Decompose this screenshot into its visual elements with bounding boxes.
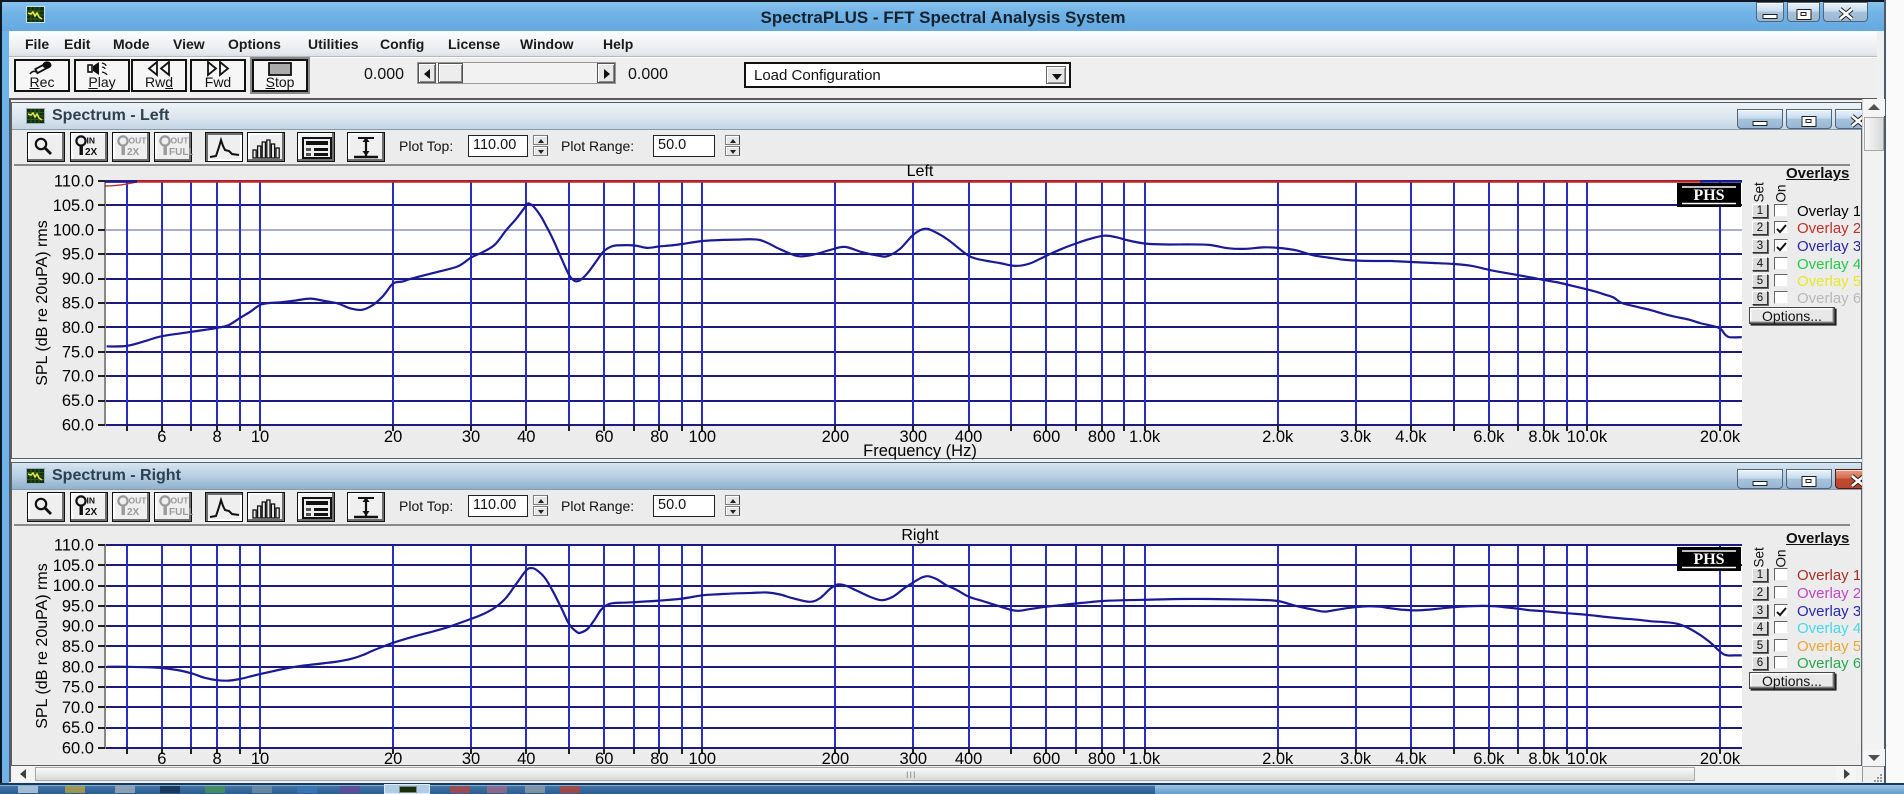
svg-text:Frequency (Hz): Frequency (Hz): [863, 442, 977, 460]
svg-text:100: 100: [689, 428, 717, 446]
svg-text:110.0: 110.0: [54, 173, 94, 191]
svg-text:8: 8: [213, 428, 222, 446]
svg-text:2.0k: 2.0k: [1262, 750, 1294, 766]
svg-text:30: 30: [462, 750, 480, 766]
svg-text:300: 300: [900, 750, 928, 766]
svg-text:95.0: 95.0: [62, 246, 94, 264]
svg-text:100.0: 100.0: [53, 577, 94, 595]
svg-text:8.0k: 8.0k: [1528, 428, 1560, 446]
svg-text:100.0: 100.0: [53, 221, 94, 239]
svg-text:200: 200: [822, 428, 850, 446]
svg-text:90.0: 90.0: [62, 618, 94, 636]
svg-text:OUT: OUT: [171, 136, 190, 146]
svg-text:600: 600: [1033, 428, 1061, 446]
svg-text:80: 80: [650, 428, 668, 446]
svg-text:OUT: OUT: [171, 496, 190, 506]
svg-text:10.0k: 10.0k: [1567, 428, 1608, 446]
svg-text:OUT: OUT: [129, 496, 148, 506]
svg-text:2.0k: 2.0k: [1262, 428, 1294, 446]
svg-text:80.0: 80.0: [62, 658, 94, 676]
svg-text:10.0k: 10.0k: [1567, 750, 1608, 766]
svg-text:60.0: 60.0: [62, 417, 94, 435]
svg-text:100: 100: [689, 750, 717, 766]
svg-text:105.0: 105.0: [53, 557, 94, 575]
svg-text:85.0: 85.0: [62, 295, 94, 313]
svg-text:800: 800: [1088, 750, 1116, 766]
svg-text:PHS: PHS: [1693, 551, 1724, 568]
svg-text:200: 200: [822, 750, 850, 766]
svg-text:20: 20: [384, 750, 402, 766]
svg-text:2X: 2X: [85, 507, 98, 518]
svg-text:2X: 2X: [127, 147, 140, 158]
svg-text:20.0k: 20.0k: [1700, 750, 1741, 766]
svg-text:40: 40: [517, 428, 535, 446]
svg-text:30: 30: [462, 428, 480, 446]
svg-text:3.0k: 3.0k: [1340, 428, 1372, 446]
svg-text:90.0: 90.0: [62, 270, 94, 288]
svg-text:Right: Right: [901, 527, 939, 544]
svg-text:SPL (dB re 20uPA) rms: SPL (dB re 20uPA) rms: [34, 220, 51, 385]
svg-text:OUT: OUT: [129, 136, 148, 146]
svg-text:4.0k: 4.0k: [1395, 750, 1427, 766]
svg-text:40: 40: [517, 750, 535, 766]
svg-text:20: 20: [384, 428, 402, 446]
svg-text:800: 800: [1088, 428, 1116, 446]
svg-text:60: 60: [595, 428, 613, 446]
svg-text:60: 60: [595, 750, 613, 766]
svg-text:2X: 2X: [85, 147, 98, 158]
svg-text:8: 8: [213, 750, 222, 766]
svg-text:2X: 2X: [127, 507, 140, 518]
svg-text:110.0: 110.0: [54, 537, 94, 555]
svg-text:95.0: 95.0: [62, 597, 94, 615]
svg-text:75.0: 75.0: [62, 679, 94, 697]
svg-text:6: 6: [157, 428, 166, 446]
svg-text:65.0: 65.0: [62, 392, 94, 410]
svg-text:FULL: FULL: [169, 507, 193, 518]
svg-text:3.0k: 3.0k: [1340, 750, 1372, 766]
svg-text:400: 400: [955, 750, 983, 766]
svg-text:1.0k: 1.0k: [1129, 428, 1161, 446]
svg-text:6.0k: 6.0k: [1473, 750, 1505, 766]
svg-text:Left: Left: [907, 163, 934, 180]
svg-text:60.0: 60.0: [62, 740, 94, 758]
svg-text:10: 10: [251, 428, 269, 446]
svg-text:70.0: 70.0: [62, 699, 94, 717]
svg-text:10: 10: [251, 750, 269, 766]
svg-text:SPL (dB re 20uPA) rms: SPL (dB re 20uPA) rms: [34, 563, 51, 728]
svg-text:FULL: FULL: [169, 147, 193, 158]
svg-text:IN: IN: [87, 136, 96, 146]
svg-text:6: 6: [157, 750, 166, 766]
svg-text:PHS: PHS: [1693, 187, 1724, 204]
svg-text:75.0: 75.0: [62, 343, 94, 361]
svg-text:4.0k: 4.0k: [1395, 428, 1427, 446]
svg-text:IN: IN: [87, 496, 96, 506]
svg-text:6.0k: 6.0k: [1473, 428, 1505, 446]
svg-text:80: 80: [650, 750, 668, 766]
svg-text:80.0: 80.0: [62, 319, 94, 337]
svg-text:1.0k: 1.0k: [1129, 750, 1161, 766]
svg-text:105.0: 105.0: [53, 197, 94, 215]
svg-text:85.0: 85.0: [62, 638, 94, 656]
svg-text:600: 600: [1033, 750, 1061, 766]
svg-text:20.0k: 20.0k: [1700, 428, 1741, 446]
svg-text:65.0: 65.0: [62, 719, 94, 737]
svg-text:8.0k: 8.0k: [1528, 750, 1560, 766]
svg-text:70.0: 70.0: [62, 368, 94, 386]
